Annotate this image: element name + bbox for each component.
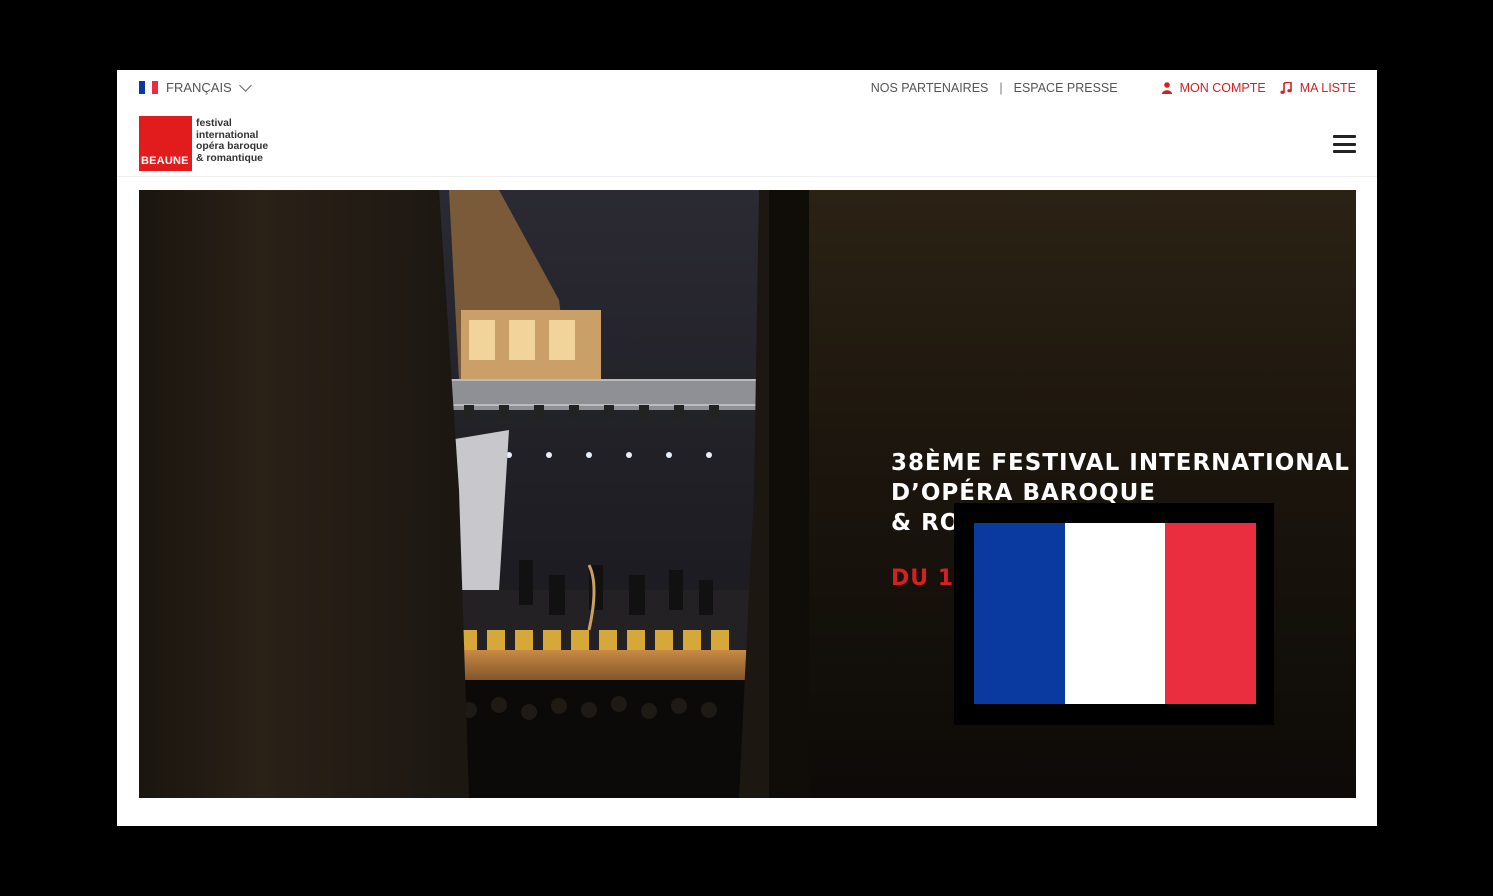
user-icon (1161, 82, 1172, 94)
language-selector[interactable]: FRANÇAIS (139, 78, 252, 95)
logo-line: opéra baroque (196, 141, 269, 153)
chevron-down-icon (238, 78, 252, 92)
press-link[interactable]: ESPACE PRESSE (1014, 81, 1118, 95)
page: FRANÇAIS NOS PARTENAIRES | ESPACE PRESSE… (117, 70, 1377, 826)
hero-banner: 38ÈME FESTIVAL INTERNATIONAL D’OPÉRA BAR… (139, 190, 1356, 798)
hero-title-line: 38ÈME FESTIVAL INTERNATIONAL (891, 450, 1350, 476)
flag-overlay (954, 503, 1274, 725)
hero-stage-image (439, 190, 769, 798)
site-logo[interactable]: BEAUNE festival international opéra baro… (139, 116, 268, 171)
logo-line: & romantique (196, 152, 263, 164)
music-note-icon (1280, 82, 1292, 94)
logo-badge-text: BEAUNE (141, 155, 189, 167)
french-flag-icon (139, 81, 158, 94)
my-list-label: MA LISTE (1299, 81, 1356, 95)
top-bar: FRANÇAIS NOS PARTENAIRES | ESPACE PRESSE… (117, 70, 1377, 108)
my-list-link[interactable]: MA LISTE (1280, 81, 1356, 95)
top-links: NOS PARTENAIRES | ESPACE PRESSE MON COMP… (871, 81, 1356, 95)
account-link[interactable]: MON COMPTE (1161, 81, 1266, 95)
account-label: MON COMPTE (1179, 81, 1266, 95)
logo-line: international (196, 129, 259, 141)
hamburger-icon[interactable] (1333, 135, 1356, 153)
french-flag-icon (974, 523, 1256, 704)
partners-link[interactable]: NOS PARTENAIRES (871, 81, 989, 95)
link-separator: | (999, 81, 1003, 95)
hero-background-left (139, 190, 439, 798)
language-label: FRANÇAIS (166, 80, 232, 95)
logo-line: festival (196, 118, 232, 129)
site-header: BEAUNE festival international opéra baro… (117, 108, 1377, 177)
logo-badge: BEAUNE (139, 116, 192, 171)
logo-wordmark: festival international opéra baroque & r… (196, 118, 268, 171)
